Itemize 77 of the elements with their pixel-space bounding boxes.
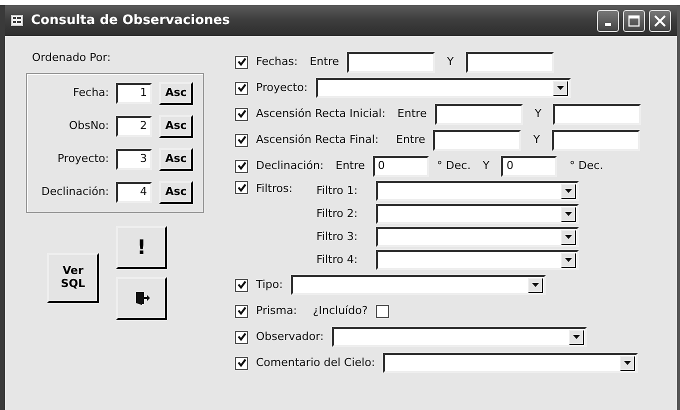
order-field[interactable]: 4 [116,182,152,202]
asc-button[interactable]: Asc [159,180,193,204]
order-field[interactable]: 2 [116,116,152,136]
window-title: Consulta de Observaciones [31,12,230,30]
criterion-label: Tipo: [256,276,283,293]
filter-label: Filtro 1: [316,182,359,199]
text-field[interactable] [433,130,522,150]
exit-button[interactable] [116,276,167,320]
checkbox[interactable] [235,304,248,318]
text-field[interactable] [347,52,435,72]
checkbox[interactable] [235,181,248,194]
dropdown-field[interactable] [332,327,587,347]
range-label: Y [447,54,454,70]
unit-label: ° Dec. [436,158,471,174]
criterion-label: Proyecto: [256,80,308,96]
dropdown-field[interactable] [376,227,580,247]
checkbox[interactable] [235,278,248,292]
text-field[interactable] [553,104,642,124]
checkbox[interactable] [235,108,248,120]
checkbox[interactable] [235,56,248,68]
dropdown-field[interactable] [383,353,638,373]
checkbox[interactable] [235,160,248,172]
order-field[interactable]: 3 [116,148,152,170]
minimize-icon [605,22,611,26]
close-icon [654,14,666,26]
field-label: Fecha: [73,84,109,101]
range-label: Entre [397,106,427,122]
criterion-label: Fechas: [256,54,298,70]
criterion-label: Declinación: [256,158,324,174]
field-label: Declinación: [41,184,109,200]
run-button[interactable]: ! [116,226,167,268]
close-button[interactable] [649,10,671,32]
criterion-label: Comentario del Cielo: [256,354,376,371]
criterion-label: Prisma: [256,302,297,319]
criterion-label: Ascensión Recta Final: [256,132,380,148]
criterion-label: Filtros: [256,181,292,197]
range-label: Entre [396,132,426,148]
field-label: Proyecto: [57,150,109,167]
sql-button[interactable]: Ver SQL [47,252,99,302]
field-label: ObsNo: [68,118,109,134]
checkbox[interactable] [376,304,389,318]
checkbox[interactable] [235,82,248,94]
text-field[interactable] [552,130,640,150]
dropdown-field[interactable] [376,181,580,201]
question-label: ¿Incluído? [312,302,368,319]
dropdown-field[interactable] [376,204,580,224]
text-field[interactable] [434,104,523,124]
filter-label: Filtro 2: [316,206,359,222]
criterion-label: Ascensión Recta Inicial: [256,106,386,122]
checkbox[interactable] [235,356,248,370]
order-field[interactable]: 1 [116,82,152,104]
filter-label: Filtro 4: [316,252,359,268]
asc-button[interactable]: Asc [159,114,193,138]
form-icon [11,15,23,26]
checkbox[interactable] [235,330,248,344]
minimize-button[interactable] [597,10,619,32]
asc-button[interactable]: Asc [159,82,193,104]
dropdown-field[interactable] [376,250,580,270]
range-label: Y [482,158,490,174]
range-label: Y [533,132,540,148]
checkbox[interactable] [235,134,248,146]
dropdown-field[interactable] [316,78,571,98]
dropdown-field[interactable] [290,275,546,295]
range-label: Entre [310,54,339,70]
door-icon [134,290,150,306]
filter-label: Filtro 3: [316,228,359,245]
group-title: Ordenado Por: [31,50,112,66]
criterion-label: Observador: [256,328,324,345]
text-field[interactable]: 0 [372,156,429,176]
text-field[interactable] [466,52,554,72]
range-label: Entre [336,158,365,174]
asc-button[interactable]: Asc [159,148,193,170]
unit-label: ° Dec. [569,158,604,174]
text-field[interactable]: 0 [501,156,558,176]
maximize-button[interactable] [623,10,645,32]
maximize-icon [628,14,640,26]
range-label: Y [534,106,542,122]
